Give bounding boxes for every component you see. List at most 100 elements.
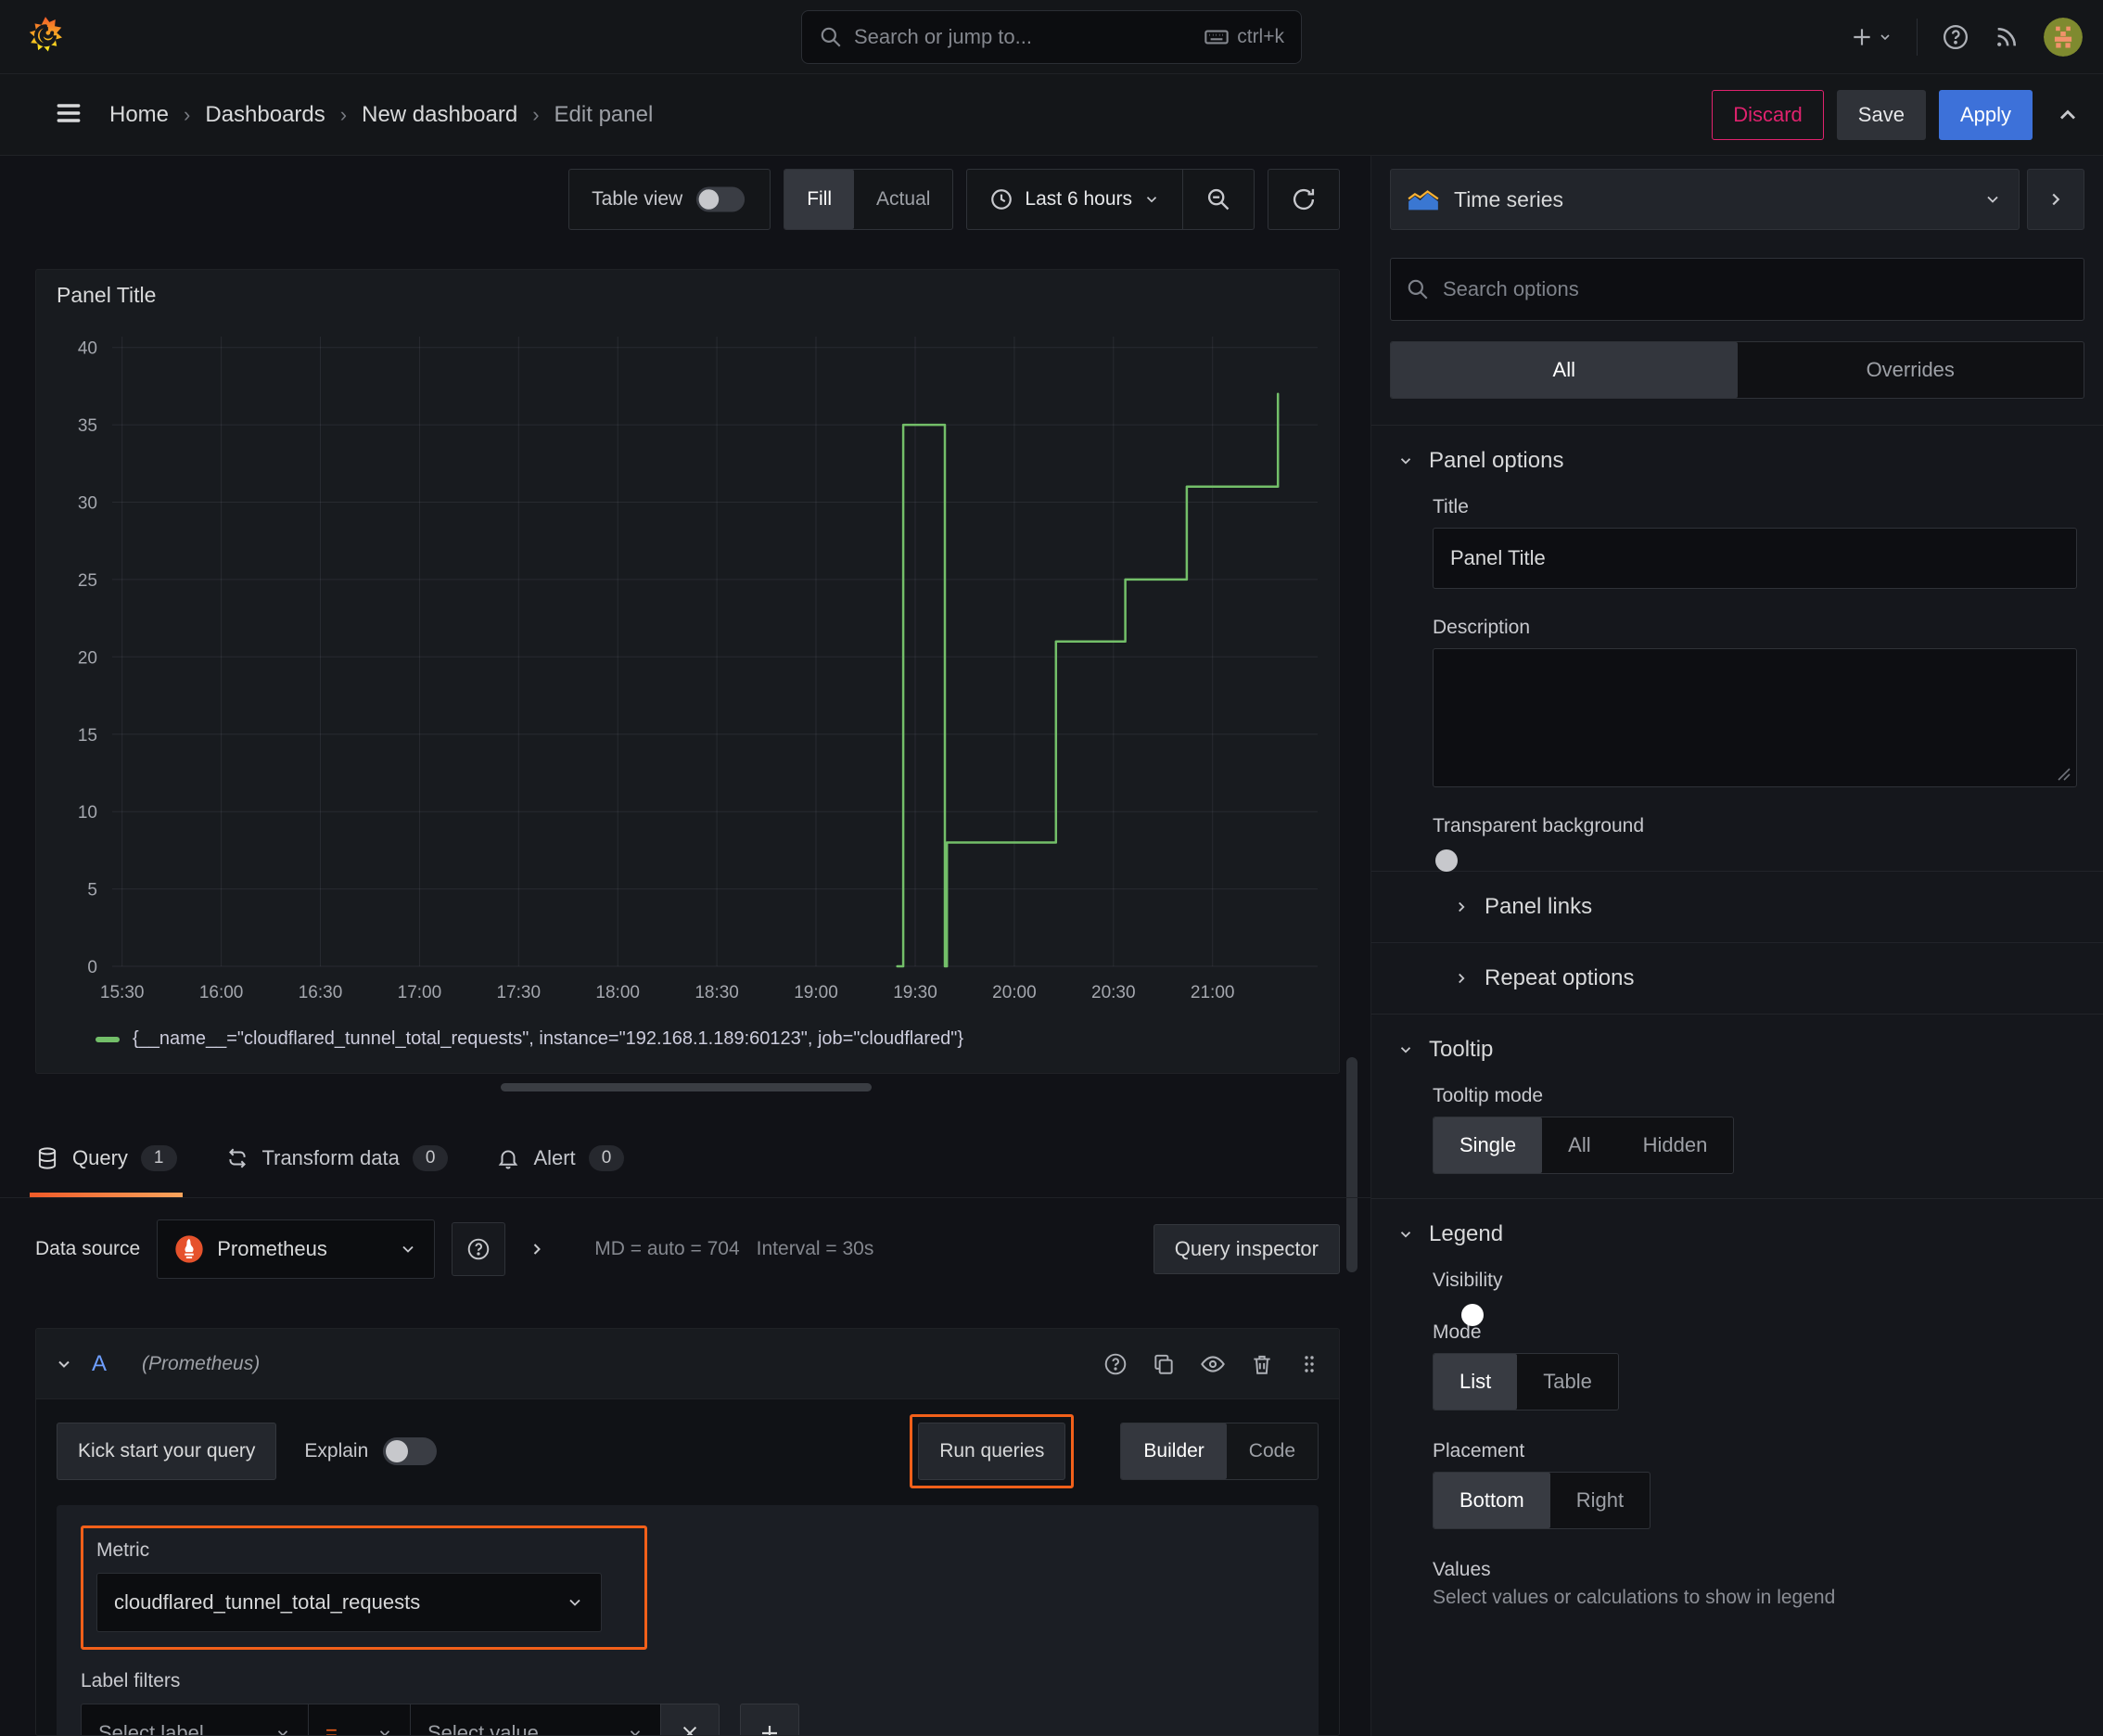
interval-stat: Interval = 30s	[756, 1238, 874, 1259]
search-icon	[1406, 277, 1430, 301]
panel-links-header[interactable]: Panel links	[1371, 872, 2103, 942]
visibility-label: Visibility	[1433, 1270, 1503, 1291]
options-search-input[interactable]	[1443, 277, 2069, 301]
select-label-dropdown[interactable]: Select label	[81, 1704, 308, 1735]
remove-filter-button[interactable]	[660, 1704, 720, 1735]
run-queries-highlight: Run queries	[910, 1414, 1075, 1488]
horizontal-scrollbar[interactable]	[501, 1083, 872, 1091]
resize-grip-icon[interactable]	[2056, 766, 2071, 781]
placement-bottom-option[interactable]: Bottom	[1434, 1473, 1550, 1528]
panel-title-input[interactable]	[1433, 528, 2077, 589]
search-input[interactable]	[854, 25, 1193, 49]
tab-alert[interactable]: Alert 0	[496, 1118, 625, 1197]
svg-text:20:00: 20:00	[992, 983, 1037, 1002]
legend-list-option[interactable]: List	[1434, 1354, 1518, 1410]
query-help-icon[interactable]	[1103, 1352, 1128, 1376]
operator-dropdown[interactable]: =	[308, 1704, 410, 1735]
timeseries-viz-icon	[1408, 190, 1439, 211]
tab-overrides[interactable]: Overrides	[1738, 342, 2084, 398]
metric-select[interactable]: cloudflared_tunnel_total_requests	[96, 1573, 602, 1632]
collapse-options-pane-button[interactable]	[2027, 169, 2084, 230]
chart-legend[interactable]: {__name__="cloudflared_tunnel_total_requ…	[96, 1028, 963, 1050]
breadcrumb-dashboards[interactable]: Dashboards	[205, 102, 325, 128]
prometheus-icon	[175, 1235, 203, 1263]
query-editor-card: A (Prometheus) Kick start your query Exp…	[35, 1328, 1340, 1736]
visualization-picker[interactable]: Time series	[1390, 169, 2020, 230]
zoom-out-button[interactable]	[1183, 170, 1254, 229]
select-value-dropdown[interactable]: Select value	[410, 1704, 660, 1735]
tooltip-hidden-option[interactable]: Hidden	[1617, 1117, 1734, 1173]
refresh-button[interactable]	[1268, 169, 1340, 230]
series-label[interactable]: {__name__="cloudflared_tunnel_total_requ…	[133, 1028, 963, 1050]
tab-all[interactable]: All	[1391, 342, 1738, 398]
table-view-toggle[interactable]	[696, 186, 746, 212]
hide-query-icon[interactable]	[1200, 1351, 1226, 1377]
tab-transform-data[interactable]: Transform data 0	[225, 1118, 449, 1197]
svg-text:15: 15	[78, 726, 97, 746]
legend-values-description: Select values or calculations to show in…	[1433, 1587, 1836, 1608]
breadcrumb: Home › Dashboards › New dashboard › Edit…	[109, 74, 653, 156]
topbar-divider	[1917, 19, 1918, 56]
repeat-options-header[interactable]: Repeat options	[1371, 943, 2103, 1014]
chevron-right-icon: ›	[532, 103, 540, 126]
description-textarea[interactable]	[1433, 648, 2077, 787]
datasource-help-button[interactable]	[452, 1222, 506, 1276]
query-inspector-button[interactable]: Query inspector	[1153, 1224, 1340, 1274]
legend-header[interactable]: Legend	[1371, 1199, 2103, 1270]
keyboard-icon	[1204, 24, 1230, 50]
menu-toggle-icon[interactable]	[54, 98, 83, 128]
tooltip-all-option[interactable]: All	[1542, 1117, 1616, 1173]
fill-option[interactable]: Fill	[784, 170, 855, 229]
grafana-logo-icon[interactable]	[24, 15, 67, 57]
breadcrumb-new-dashboard[interactable]: New dashboard	[362, 102, 517, 128]
explain-toggle[interactable]	[383, 1437, 438, 1465]
chevron-right-icon: ›	[184, 103, 191, 126]
chevron-down-icon	[379, 1730, 390, 1735]
apply-button[interactable]: Apply	[1938, 90, 2033, 140]
delete-query-icon[interactable]	[1250, 1352, 1274, 1376]
tooltip-header[interactable]: Tooltip	[1371, 1015, 2103, 1085]
help-icon[interactable]	[1942, 23, 1969, 51]
refresh-icon	[1293, 188, 1315, 211]
tooltip-single-option[interactable]: Single	[1434, 1117, 1543, 1173]
legend-mode-switch: List Table	[1433, 1353, 1619, 1410]
panel-options-header[interactable]: Panel options	[1371, 426, 2103, 496]
builder-option[interactable]: Builder	[1121, 1423, 1227, 1479]
top-bar: ctrl+k	[0, 0, 2103, 74]
actual-option[interactable]: Actual	[854, 170, 952, 229]
svg-text:18:00: 18:00	[595, 983, 640, 1002]
kick-start-query-button[interactable]: Kick start your query	[57, 1423, 277, 1480]
discard-button[interactable]: Discard	[1712, 90, 1824, 140]
breadcrumb-current: Edit panel	[554, 102, 654, 127]
add-filter-button[interactable]	[740, 1704, 799, 1735]
clock-icon	[989, 187, 1013, 211]
prometheus-query-builder: Metric cloudflared_tunnel_total_requests…	[57, 1505, 1319, 1735]
svg-text:40: 40	[78, 339, 97, 359]
global-search[interactable]: ctrl+k	[801, 10, 1302, 64]
legend-table-option[interactable]: Table	[1517, 1354, 1618, 1410]
drag-handle-icon[interactable]	[1298, 1353, 1320, 1375]
query-ref-id: A	[92, 1350, 108, 1376]
placement-right-option[interactable]: Right	[1550, 1473, 1650, 1528]
tab-query[interactable]: Query 1	[30, 1118, 182, 1197]
new-menu-button[interactable]	[1850, 25, 1893, 49]
query-count-badge: 1	[140, 1144, 177, 1171]
datasource-picker[interactable]: Prometheus	[157, 1219, 436, 1279]
options-search[interactable]	[1390, 258, 2084, 321]
breadcrumb-home[interactable]: Home	[109, 102, 169, 128]
run-queries-button[interactable]: Run queries	[918, 1423, 1066, 1480]
timeseries-chart[interactable]: 15:30 16:00 16:30 17:00 17:30 18:00 18:30 19:00…	[44, 324, 1332, 1015]
explain-label: Explain	[304, 1440, 369, 1462]
save-button[interactable]: Save	[1836, 90, 1926, 140]
user-avatar[interactable]	[2044, 18, 2083, 57]
chevron-down-icon	[277, 1730, 288, 1735]
query-row-header[interactable]: A (Prometheus)	[36, 1329, 1339, 1399]
metric-label: Metric	[96, 1539, 150, 1561]
duplicate-query-icon[interactable]	[1152, 1352, 1176, 1376]
collapse-header-icon[interactable]	[2055, 102, 2081, 128]
chevron-right-icon	[1459, 901, 1465, 913]
time-range-picker[interactable]: Last 6 hours	[967, 170, 1182, 229]
code-option[interactable]: Code	[1227, 1423, 1318, 1479]
expand-options-icon[interactable]	[528, 1240, 546, 1258]
news-icon[interactable]	[1994, 24, 2020, 50]
